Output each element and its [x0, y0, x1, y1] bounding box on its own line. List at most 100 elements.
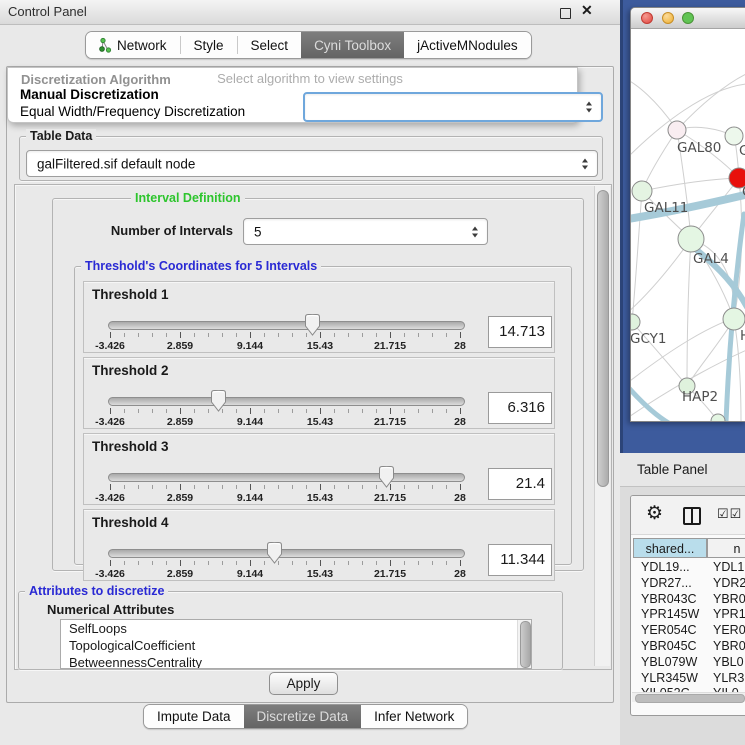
dropdown-prompt-option[interactable]: Select algorithm to view settings — [7, 71, 613, 86]
table-row[interactable]: YDL19...YDL1 — [633, 560, 745, 576]
column-header[interactable]: n — [707, 538, 745, 558]
cell-name: YBL0 — [713, 655, 744, 669]
list-item[interactable]: SelfLoops — [61, 620, 531, 637]
network-node[interactable] — [668, 121, 686, 139]
scrollbar-thumb[interactable] — [597, 190, 609, 487]
network-node[interactable] — [678, 226, 704, 252]
slider-tick — [460, 560, 461, 566]
slider-thumb[interactable] — [210, 389, 227, 413]
gear-icon[interactable]: ⚙ — [646, 502, 663, 525]
slider-tick-label: 9.144 — [220, 340, 280, 352]
tab-infer-network[interactable]: Infer Network — [361, 705, 467, 728]
slider-track[interactable] — [108, 397, 465, 406]
tab-jactivemnodules[interactable]: jActiveMNodules — [404, 32, 531, 58]
threshold-value-field[interactable]: 21.4 — [488, 468, 552, 500]
cell-shared-name: YBL079W — [641, 655, 697, 669]
slider-tick-label: -3.426 — [80, 340, 140, 352]
cell-shared-name: YDR27... — [641, 576, 692, 590]
threshold-value-field[interactable]: 6.316 — [488, 392, 552, 424]
network-edge — [642, 178, 739, 191]
slider-tick — [348, 561, 349, 565]
slider-tick-label: 21.715 — [360, 492, 420, 504]
slider-thumb[interactable] — [266, 541, 283, 565]
slider-tick — [152, 333, 153, 337]
combo-arrows-icon — [582, 158, 588, 169]
algorithm-combobox[interactable] — [303, 92, 603, 122]
slider-tick — [236, 409, 237, 413]
tab-label: Select — [251, 38, 289, 53]
tab-style[interactable]: Style — [181, 32, 237, 58]
app-root: Control Panel ✕ NetworkStyleSelectCyni T… — [0, 0, 745, 745]
slider-thumb[interactable] — [378, 465, 395, 489]
slider-tick-label: 15.43 — [290, 416, 350, 428]
scrollbar-thumb[interactable] — [520, 621, 531, 668]
network-node[interactable] — [723, 308, 745, 330]
slider-track[interactable] — [108, 473, 465, 482]
slider-tick — [124, 409, 125, 413]
network-node-label: G. — [739, 143, 745, 159]
network-node[interactable] — [632, 181, 652, 201]
table-row[interactable]: YPR145WYPR1 — [633, 607, 745, 623]
interval-definition-group-title: Interval Definition — [131, 191, 245, 205]
slider-tick — [250, 560, 251, 566]
slider-tick — [110, 484, 111, 490]
column-header[interactable]: shared... — [633, 538, 707, 558]
network-edge — [632, 191, 642, 322]
table-toolbar: ⚙ ☑☑ — [631, 496, 745, 535]
tab-impute-data[interactable]: Impute Data — [144, 705, 244, 728]
network-canvas[interactable]: GAL80G.CGAL11GAL4GCY1HHAP2 — [631, 29, 745, 421]
spinner-arrows-icon — [472, 226, 478, 237]
float-window-icon[interactable] — [560, 8, 571, 19]
network-node[interactable] — [631, 314, 640, 330]
tab-network[interactable]: Network — [86, 32, 180, 58]
threshold-value-field[interactable]: 14.713 — [488, 316, 552, 348]
slider-tick — [152, 485, 153, 489]
table-row[interactable]: YBL079W YBL0 — [633, 655, 745, 671]
slider-tick — [348, 333, 349, 337]
slider-tick — [180, 332, 181, 338]
apply-button[interactable]: Apply — [269, 672, 338, 695]
list-item[interactable]: BetweennessCentrality — [61, 654, 531, 669]
threshold-value-field[interactable]: 11.344 — [488, 544, 552, 576]
numerical-attributes-label: Numerical Attributes — [47, 602, 174, 617]
slider-tick — [250, 332, 251, 338]
slider-tick-label: 15.43 — [290, 340, 350, 352]
numerical-attributes-list[interactable]: SelfLoopsTopologicalCoefficientBetweenne… — [60, 619, 532, 669]
cell-name: YDR2 — [713, 576, 745, 590]
tab-label: Discretize Data — [257, 709, 349, 724]
table-data-combobox[interactable]: galFiltered.sif default node — [26, 150, 598, 177]
table-row[interactable]: YBR043CYBR0 — [633, 592, 745, 608]
attributes-list-scrollbar[interactable] — [517, 620, 531, 668]
scrollbar-thumb[interactable] — [635, 694, 745, 703]
tab-discretize-data[interactable]: Discretize Data — [244, 705, 362, 728]
columns-icon[interactable] — [683, 507, 701, 525]
cell-name: YDL1 — [713, 560, 744, 574]
table-row[interactable]: YER054CYER0 — [633, 623, 745, 639]
dropdown-option-manual[interactable]: Manual Discretization — [20, 87, 159, 102]
number-of-intervals-spinner[interactable]: 5 — [243, 218, 488, 245]
slider-tick — [264, 333, 265, 337]
slider-tick — [320, 484, 321, 490]
list-item[interactable]: TopologicalCoefficient — [61, 637, 531, 654]
slider-thumb[interactable] — [304, 313, 321, 337]
table-horizontal-scrollbar[interactable] — [632, 692, 745, 702]
slider-track[interactable] — [108, 321, 465, 330]
tab-select[interactable]: Select — [238, 32, 302, 58]
close-icon[interactable]: ✕ — [581, 2, 593, 19]
minimize-traffic-light-icon[interactable] — [662, 12, 674, 24]
cell-name: YBR0 — [713, 639, 745, 653]
slider-tick — [376, 333, 377, 337]
table-row[interactable]: YBR045CYBR0 — [633, 639, 745, 655]
table-row[interactable]: YDR27... YDR2 — [633, 576, 745, 592]
table-row[interactable]: YLR345WYLR3 — [633, 671, 745, 687]
slider-tick — [376, 409, 377, 413]
settings-scrollbar[interactable] — [594, 186, 610, 666]
dropdown-option-equal-width[interactable]: Equal Width/Frequency Discretization — [20, 104, 245, 119]
slider-track[interactable] — [108, 549, 465, 558]
zoom-traffic-light-icon[interactable] — [682, 12, 694, 24]
tab-cyni-toolbox[interactable]: Cyni Toolbox — [301, 32, 404, 58]
checkbox-icons[interactable]: ☑☑ — [717, 506, 742, 522]
close-traffic-light-icon[interactable] — [641, 12, 653, 24]
slider-tick — [376, 485, 377, 489]
slider-tick — [432, 409, 433, 413]
